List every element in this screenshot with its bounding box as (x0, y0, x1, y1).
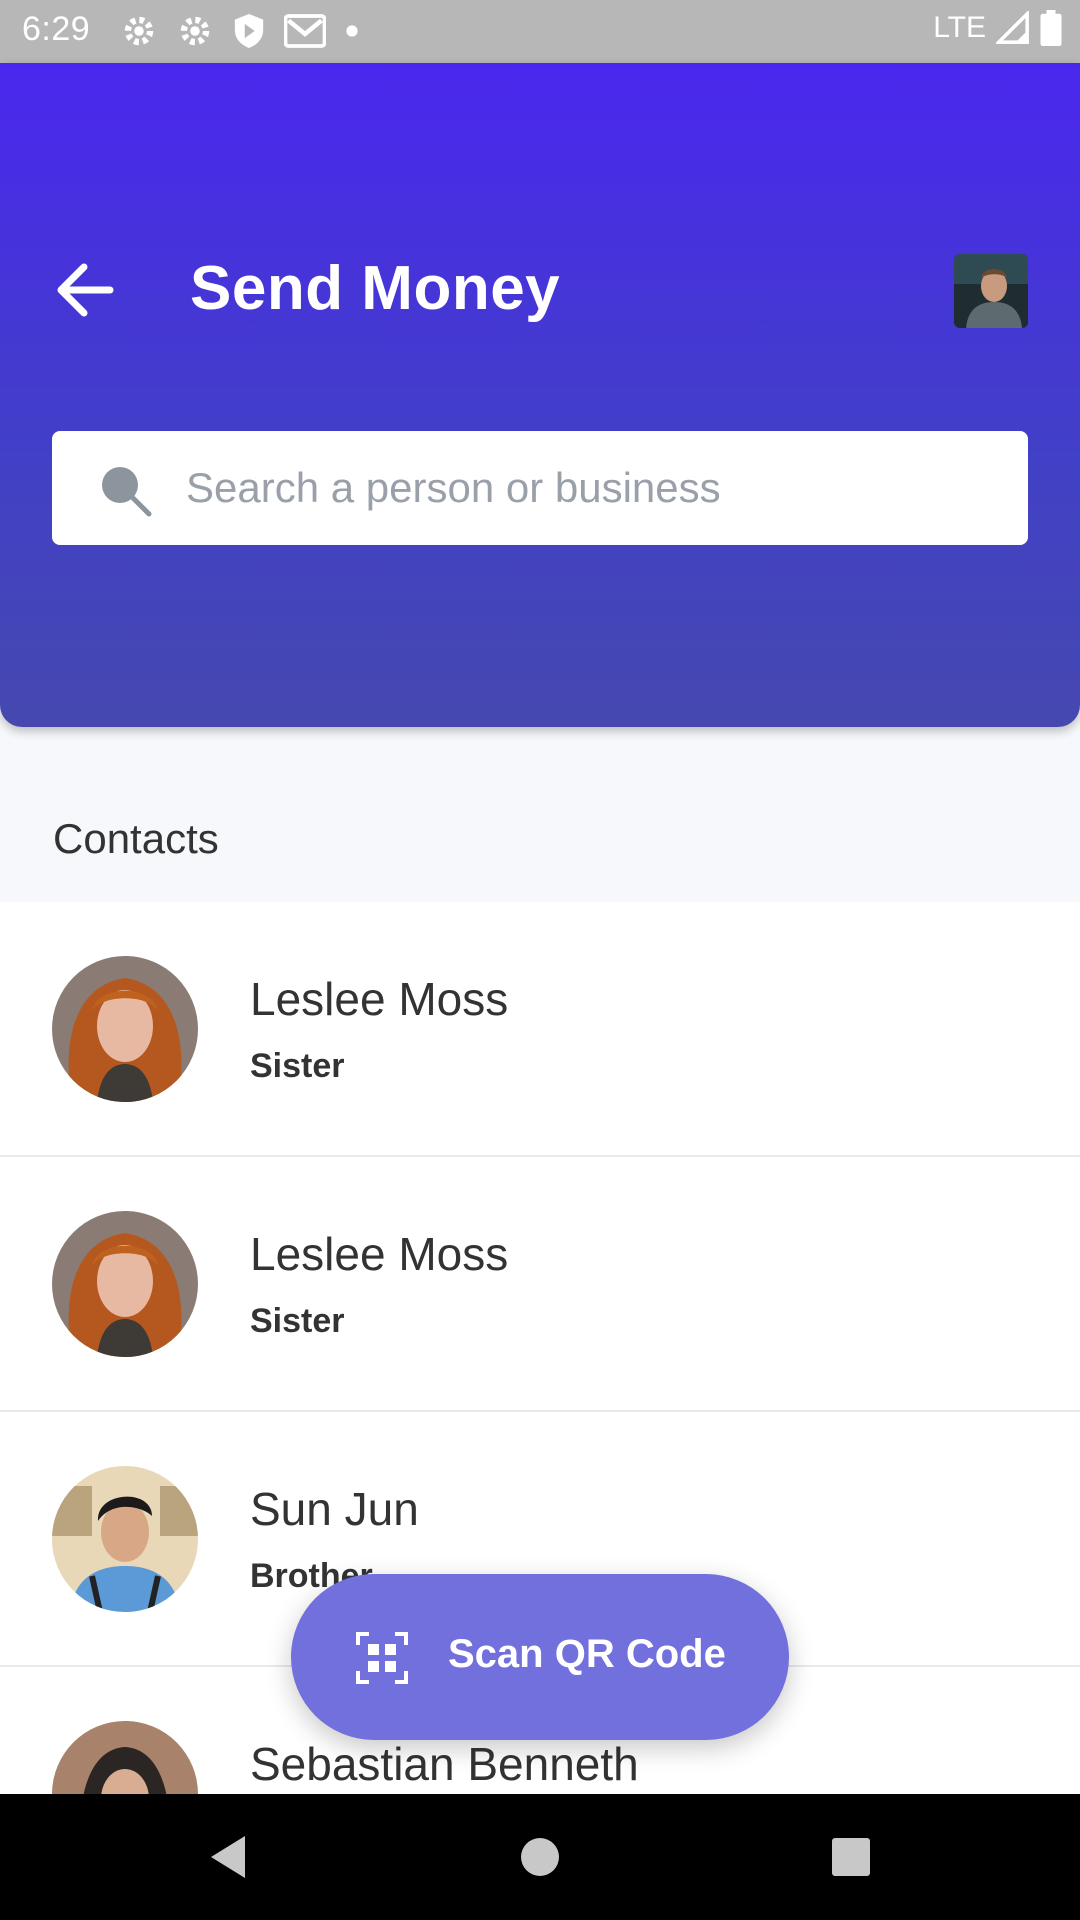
contact-name: Sebastian Benneth (250, 1738, 639, 1790)
search-icon (102, 467, 152, 517)
notification-icons (120, 12, 360, 50)
back-triangle-icon[interactable] (205, 1832, 255, 1882)
contact-relation: Sister (250, 1047, 345, 1085)
search-input[interactable] (186, 431, 1006, 545)
list-item[interactable]: Leslee Moss Sister (0, 1157, 1080, 1412)
user-photo-icon (954, 254, 1028, 328)
arrow-left-icon (57, 263, 114, 317)
avatar (52, 1466, 198, 1612)
qr-scan-icon (356, 1632, 408, 1684)
contacts-list: Leslee Moss Sister Leslee Moss Sister Su… (0, 902, 1080, 1920)
settings-icon (124, 16, 154, 46)
status-time: 6:29 (22, 10, 91, 48)
avatar (52, 1211, 198, 1357)
mail-icon (284, 14, 326, 48)
shield-icon (234, 14, 264, 48)
contact-name: Sun Jun (250, 1483, 419, 1535)
woman-red-hair-avatar-icon (52, 956, 198, 1102)
back-button[interactable] (52, 258, 116, 322)
search-box[interactable] (52, 431, 1028, 545)
contact-name: Leslee Moss (250, 1228, 509, 1280)
scan-qr-button[interactable]: Scan QR Code (291, 1574, 789, 1740)
dot-icon (346, 25, 358, 37)
list-item[interactable]: Leslee Moss Sister (0, 902, 1080, 1157)
contact-name: Leslee Moss (250, 973, 509, 1025)
system-nav-bar (0, 1794, 1080, 1920)
woman-red-hair-avatar-icon (52, 1211, 198, 1357)
profile-avatar[interactable] (954, 254, 1028, 328)
status-right: LTE (933, 10, 1062, 46)
contact-relation: Sister (250, 1302, 345, 1340)
battery-icon (1040, 10, 1062, 46)
settings-icon (180, 16, 210, 46)
page-title: Send Money (190, 254, 561, 323)
home-circle-icon[interactable] (515, 1832, 565, 1882)
man-blue-shirt-avatar-icon (52, 1466, 198, 1612)
signal-icon (996, 11, 1029, 44)
scan-qr-label: Scan QR Code (448, 1632, 726, 1676)
contacts-section-title: Contacts (53, 815, 219, 862)
status-bar: 6:29 LTE (0, 0, 1080, 63)
header: Send Money (0, 63, 1080, 727)
avatar (52, 956, 198, 1102)
recents-square-icon[interactable] (826, 1832, 876, 1882)
network-type: LTE (933, 11, 986, 44)
